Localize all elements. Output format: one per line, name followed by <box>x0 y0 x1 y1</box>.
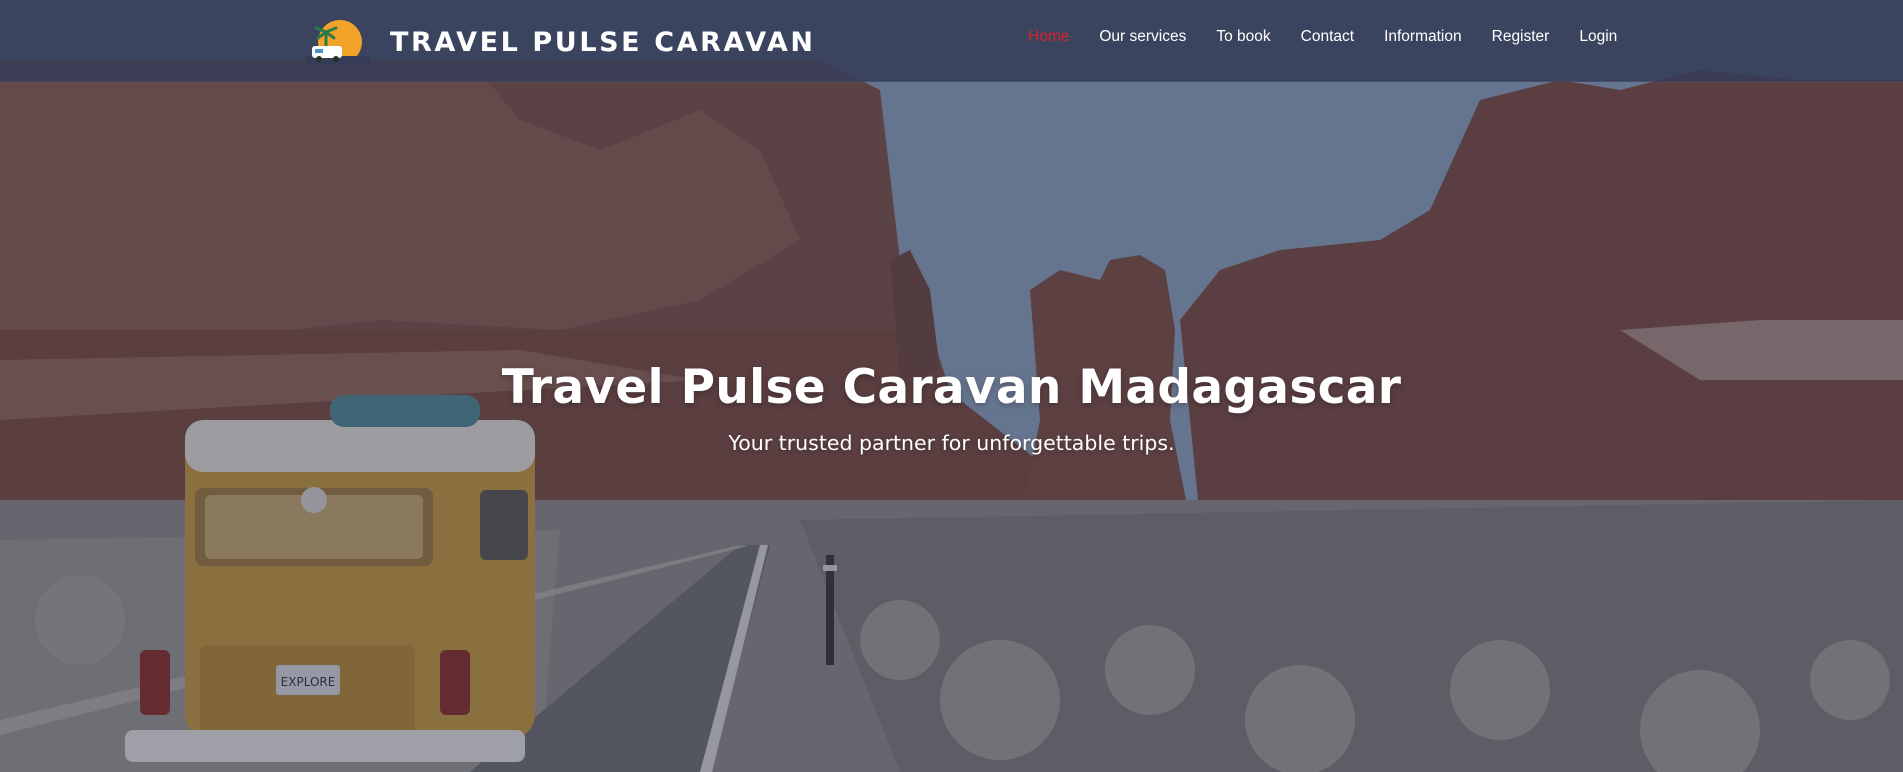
nav-item-contact: Contact <box>1301 28 1354 46</box>
nav-item-home: Home <box>1028 28 1069 46</box>
nav-item-our-services: Our services <box>1099 28 1186 46</box>
main-nav: Home Our services To book Contact Inform… <box>1028 28 1647 46</box>
nav-link-contact[interactable]: Contact <box>1301 28 1354 45</box>
nav-link-home[interactable]: Home <box>1028 28 1069 45</box>
nav-link-information[interactable]: Information <box>1384 28 1462 45</box>
nav-item-to-book: To book <box>1216 28 1270 46</box>
nav-item-information: Information <box>1384 28 1462 46</box>
nav-link-login[interactable]: Login <box>1579 28 1617 45</box>
hero-subtitle: Your trusted partner for unforgettable t… <box>728 431 1175 455</box>
nav-item-login: Login <box>1579 28 1617 46</box>
hero-title: Travel Pulse Caravan Madagascar <box>501 360 1402 415</box>
brand-name: TRAVEL PULSE CARAVAN <box>390 26 816 58</box>
caravan-sunset-logo-icon <box>306 20 370 64</box>
hero-section: EXPLORE Travel Pulse Caravan Madagascar … <box>0 0 1903 772</box>
nav-item-register: Register <box>1492 28 1550 46</box>
nav-link-register[interactable]: Register <box>1492 28 1550 45</box>
nav-link-our-services[interactable]: Our services <box>1099 28 1186 45</box>
nav-link-to-book[interactable]: To book <box>1216 28 1270 45</box>
brand-link[interactable]: TRAVEL PULSE CARAVAN <box>306 20 816 64</box>
hero-text-block: Travel Pulse Caravan Madagascar Your tru… <box>0 360 1903 455</box>
navbar: TRAVEL PULSE CARAVAN Home Our services T… <box>0 0 1903 82</box>
